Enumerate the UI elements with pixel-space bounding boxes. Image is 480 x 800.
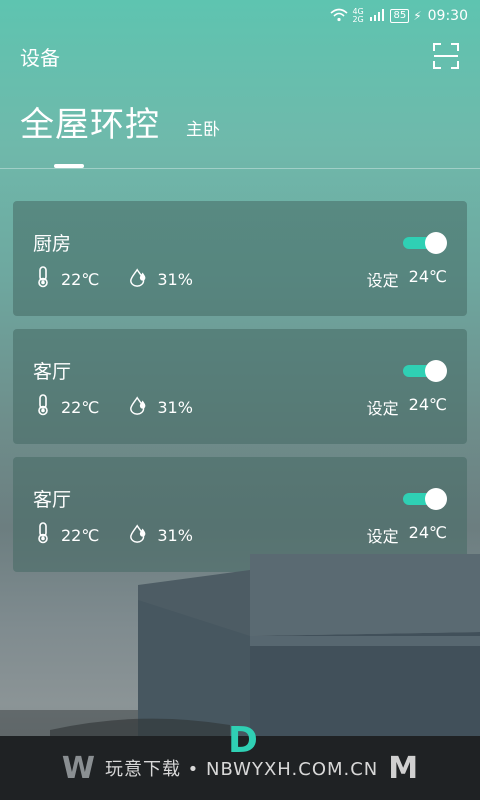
battery-icon: 85	[390, 9, 410, 23]
power-toggle[interactable]	[403, 360, 447, 382]
room-metrics: 22℃ 31% 设定 24℃	[33, 266, 447, 292]
temperature-value: 22℃	[61, 397, 100, 417]
watermark-logo-d: D	[228, 720, 258, 761]
status-time: 09:30	[427, 8, 468, 24]
room-card[interactable]: 厨房 22℃ 31% 设定 24℃	[13, 201, 467, 316]
room-tabs: 全屋环控 主卧	[20, 104, 480, 168]
humidity-value: 31%	[157, 397, 193, 417]
app-header: 设备	[20, 40, 460, 72]
room-name: 客厅	[33, 361, 72, 383]
watermark-banner: W 玩意下载 • NBWYXH.COM.CN D M	[0, 720, 480, 800]
thermometer-icon	[33, 394, 53, 420]
wifi-icon	[330, 8, 348, 25]
network-label: 4G 2G	[352, 7, 364, 24]
humidity-icon	[129, 394, 149, 420]
page-title: 设备	[20, 45, 60, 70]
toggle-knob	[425, 232, 447, 254]
temperature-value: 22℃	[61, 269, 100, 289]
room-name: 客厅	[33, 489, 72, 511]
temperature-metric: 22℃	[33, 394, 99, 420]
signal-icon	[370, 8, 386, 24]
setpoint-label: 设定	[366, 399, 399, 418]
room-name: 厨房	[33, 233, 72, 255]
power-toggle[interactable]	[403, 488, 447, 510]
humidity-metric: 31%	[129, 266, 193, 292]
tabs-divider	[0, 168, 480, 169]
charging-icon: ⚡	[413, 9, 422, 23]
tab-whole-house[interactable]: 全屋环控	[20, 97, 160, 168]
tab-master-bedroom[interactable]: 主卧	[186, 115, 220, 168]
setpoint-value: 24℃	[408, 267, 447, 286]
status-icons: 4G 2G 85 ⚡	[330, 7, 422, 25]
power-toggle[interactable]	[403, 232, 447, 254]
watermark-logo-w: W	[61, 750, 95, 786]
setpoint: 设定 24℃	[367, 395, 447, 419]
humidity-metric: 31%	[129, 394, 193, 420]
temperature-metric: 22℃	[33, 266, 99, 292]
setpoint-value: 24℃	[408, 395, 447, 414]
setpoint-label: 设定	[366, 271, 399, 290]
sofa-background-image	[0, 554, 480, 740]
toggle-knob	[425, 488, 447, 510]
status-bar: 4G 2G 85 ⚡ 09:30	[0, 0, 480, 32]
watermark-logo-m: M	[388, 750, 419, 786]
scan-icon[interactable]	[432, 42, 460, 70]
setpoint: 设定 24℃	[367, 267, 447, 291]
room-metrics: 22℃ 31% 设定 24℃	[33, 394, 447, 420]
humidity-value: 31%	[157, 269, 193, 289]
toggle-knob	[425, 360, 447, 382]
humidity-icon	[129, 266, 149, 292]
room-card[interactable]: 客厅 22℃ 31% 设定 24℃	[13, 329, 467, 444]
thermometer-icon	[33, 266, 53, 292]
